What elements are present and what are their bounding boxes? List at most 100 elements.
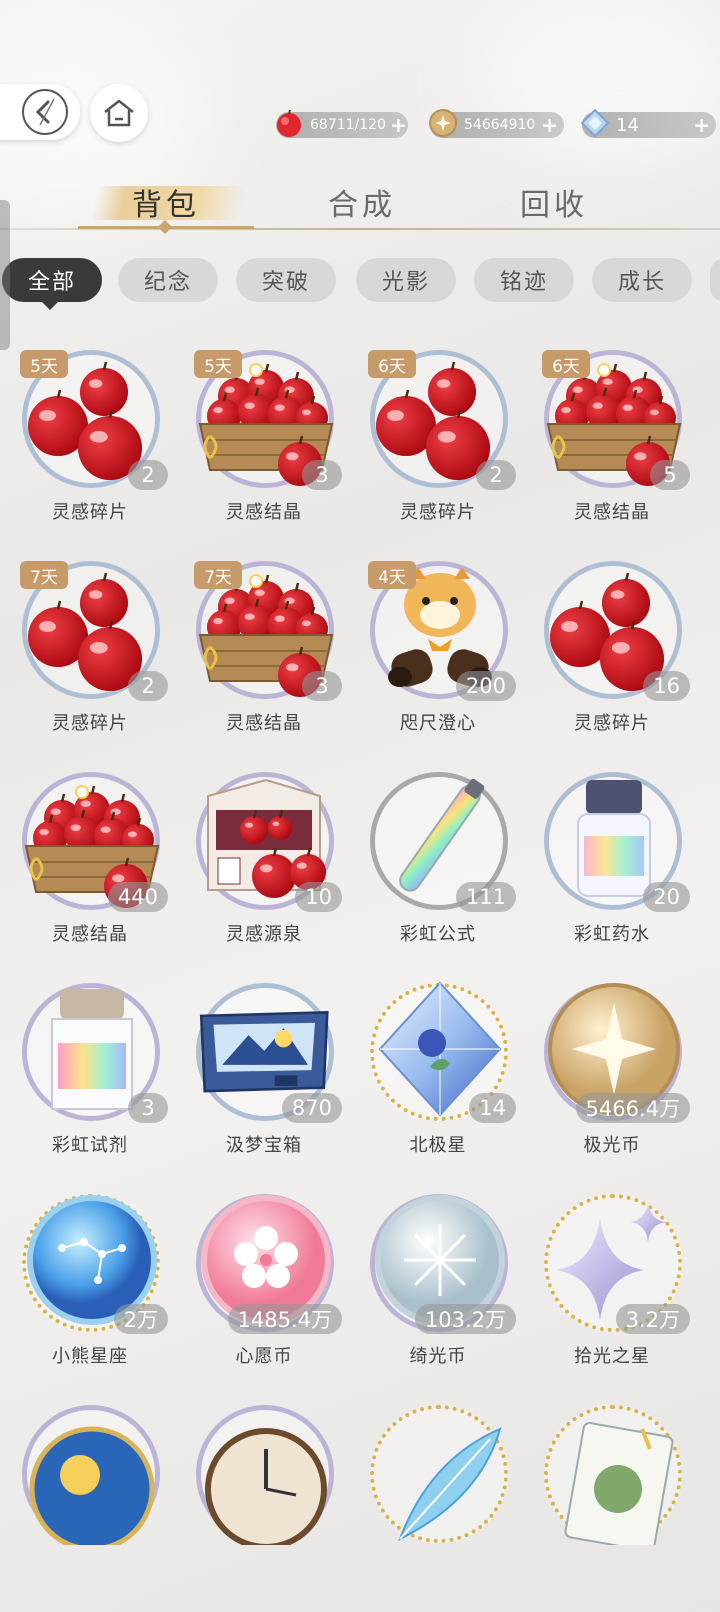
item-count: 5: [650, 460, 690, 490]
item-name: 汲梦宝箱: [226, 1135, 302, 1156]
item-name: 灵感碎片: [400, 502, 476, 523]
item-count: 1485.4万: [227, 1304, 342, 1334]
item-name: 咫尺澄心: [400, 713, 476, 734]
item-name: 彩虹公式: [400, 924, 476, 945]
inventory-item[interactable]: 440 灵感结晶: [0, 752, 180, 962]
item-name: 绮光币: [409, 1346, 467, 1367]
item-name: 灵感结晶: [52, 924, 128, 945]
filter-all[interactable]: 全部: [2, 258, 102, 302]
herb-card-icon: [544, 1399, 684, 1545]
item-count: 2: [128, 671, 168, 701]
inventory-item[interactable]: 5466.4万极光币: [522, 963, 702, 1173]
item-name: 灵感碎片: [574, 713, 650, 734]
stamina-value: 68711/120: [310, 117, 386, 133]
back-arrow-icon: [22, 89, 68, 135]
aurora-coin-counter: 54664910 +: [429, 109, 564, 138]
aurora-coin-value: 54664910: [464, 117, 536, 133]
inventory-item[interactable]: 3.2万拾光之星: [522, 1174, 702, 1384]
inventory-item[interactable]: 5天 2 灵感碎片: [0, 330, 180, 540]
expiry-badge: 5天: [20, 350, 68, 378]
item-name: 小熊星座: [52, 1346, 128, 1367]
filter-chips: 全部 纪念 突破 光影 铭迹 成长: [0, 258, 720, 304]
inventory-item[interactable]: 7天 2 灵感碎片: [0, 541, 180, 751]
item-count: 10: [295, 882, 342, 912]
inventory-item[interactable]: 7天 3 灵感结晶: [174, 541, 354, 751]
item-name: 灵感源泉: [226, 924, 302, 945]
side-scroll-handle[interactable]: [0, 200, 10, 350]
item-count: 20: [643, 882, 690, 912]
tab-backpack[interactable]: 背包: [132, 180, 200, 224]
inventory-item[interactable]: 4天 200 咫尺澄心: [348, 541, 528, 751]
polaris-counter: 14 +: [580, 108, 716, 138]
inventory-item[interactable]: 2万小熊星座: [0, 1174, 180, 1384]
inventory-item[interactable]: [348, 1385, 528, 1595]
sun-medallion-icon: [22, 1399, 162, 1545]
tab-synthesis[interactable]: 合成: [328, 180, 396, 224]
item-name: 彩虹试剂: [52, 1135, 128, 1156]
item-name: 极光币: [583, 1135, 641, 1156]
item-name: 彩虹药水: [574, 924, 650, 945]
item-name: 北极星: [409, 1135, 467, 1156]
expiry-badge: 4天: [368, 561, 416, 589]
inventory-item[interactable]: 10 灵感源泉: [174, 752, 354, 962]
item-name: 心愿币: [235, 1346, 293, 1367]
item-name: 拾光之星: [574, 1346, 650, 1367]
inventory-item[interactable]: 111 彩虹公式: [348, 752, 528, 962]
filter-memorial[interactable]: 纪念: [118, 258, 218, 302]
filter-inscription[interactable]: 铭迹: [474, 258, 574, 302]
stamina-counter: 68711/120 +: [276, 109, 408, 138]
filter-growth[interactable]: 成长: [592, 258, 692, 302]
polaris-diamond-icon: [578, 106, 612, 140]
home-icon: [104, 99, 134, 127]
item-count: 200: [455, 671, 516, 701]
filter-breakthrough[interactable]: 突破: [236, 258, 336, 302]
inventory-item[interactable]: [174, 1385, 354, 1595]
tab-recycle[interactable]: 回收: [520, 180, 588, 224]
item-name: 灵感碎片: [52, 502, 128, 523]
item-count: 111: [455, 882, 516, 912]
inventory-item[interactable]: 16 灵感碎片: [522, 541, 702, 751]
apple-icon: [272, 106, 306, 140]
inventory-item[interactable]: 870 汲梦宝箱: [174, 963, 354, 1173]
inventory-item[interactable]: 1485.4万心愿币: [174, 1174, 354, 1384]
add-polaris-button[interactable]: +: [693, 115, 710, 135]
item-count: 870: [281, 1093, 342, 1123]
item-count: 3: [302, 671, 342, 701]
item-name: 灵感结晶: [574, 502, 650, 523]
inventory-item[interactable]: 14 北极星: [348, 963, 528, 1173]
item-name: 灵感结晶: [226, 713, 302, 734]
item-count: 2万: [113, 1304, 168, 1334]
inventory-item[interactable]: 103.2万绮光币: [348, 1174, 528, 1384]
inventory-item[interactable]: 5天 3 灵感结晶: [174, 330, 354, 540]
item-count: 16: [643, 671, 690, 701]
item-count: 440: [107, 882, 168, 912]
inventory-item[interactable]: 6天 2 灵感碎片: [348, 330, 528, 540]
inventory-item[interactable]: [0, 1385, 180, 1595]
expiry-badge: 7天: [194, 561, 242, 589]
filter-light-shadow[interactable]: 光影: [356, 258, 456, 302]
add-aurora-coin-button[interactable]: +: [541, 115, 558, 135]
inventory-item[interactable]: [522, 1385, 702, 1595]
polaris-value: 14: [616, 114, 639, 136]
item-count: 3.2万: [615, 1304, 690, 1334]
add-stamina-button[interactable]: +: [390, 115, 407, 135]
item-count: 5466.4万: [575, 1093, 690, 1123]
filter-more[interactable]: [710, 258, 720, 302]
expiry-badge: 6天: [368, 350, 416, 378]
item-count: 103.2万: [414, 1304, 516, 1334]
inventory-item[interactable]: 20 彩虹药水: [522, 752, 702, 962]
item-count: 3: [302, 460, 342, 490]
expiry-badge: 6天: [542, 350, 590, 378]
feather-icon: [370, 1399, 510, 1545]
item-count: 2: [476, 460, 516, 490]
expiry-badge: 5天: [194, 350, 242, 378]
expiry-badge: 7天: [20, 561, 68, 589]
home-button[interactable]: [90, 84, 148, 142]
filter-pointer: [42, 302, 58, 310]
inventory-item[interactable]: 3 彩虹试剂: [0, 963, 180, 1173]
item-count: 2: [128, 460, 168, 490]
aurora-coin-icon: [426, 106, 460, 140]
inventory-item[interactable]: 6天 5 灵感结晶: [522, 330, 702, 540]
item-count: 3: [128, 1093, 168, 1123]
back-button[interactable]: [0, 84, 80, 140]
